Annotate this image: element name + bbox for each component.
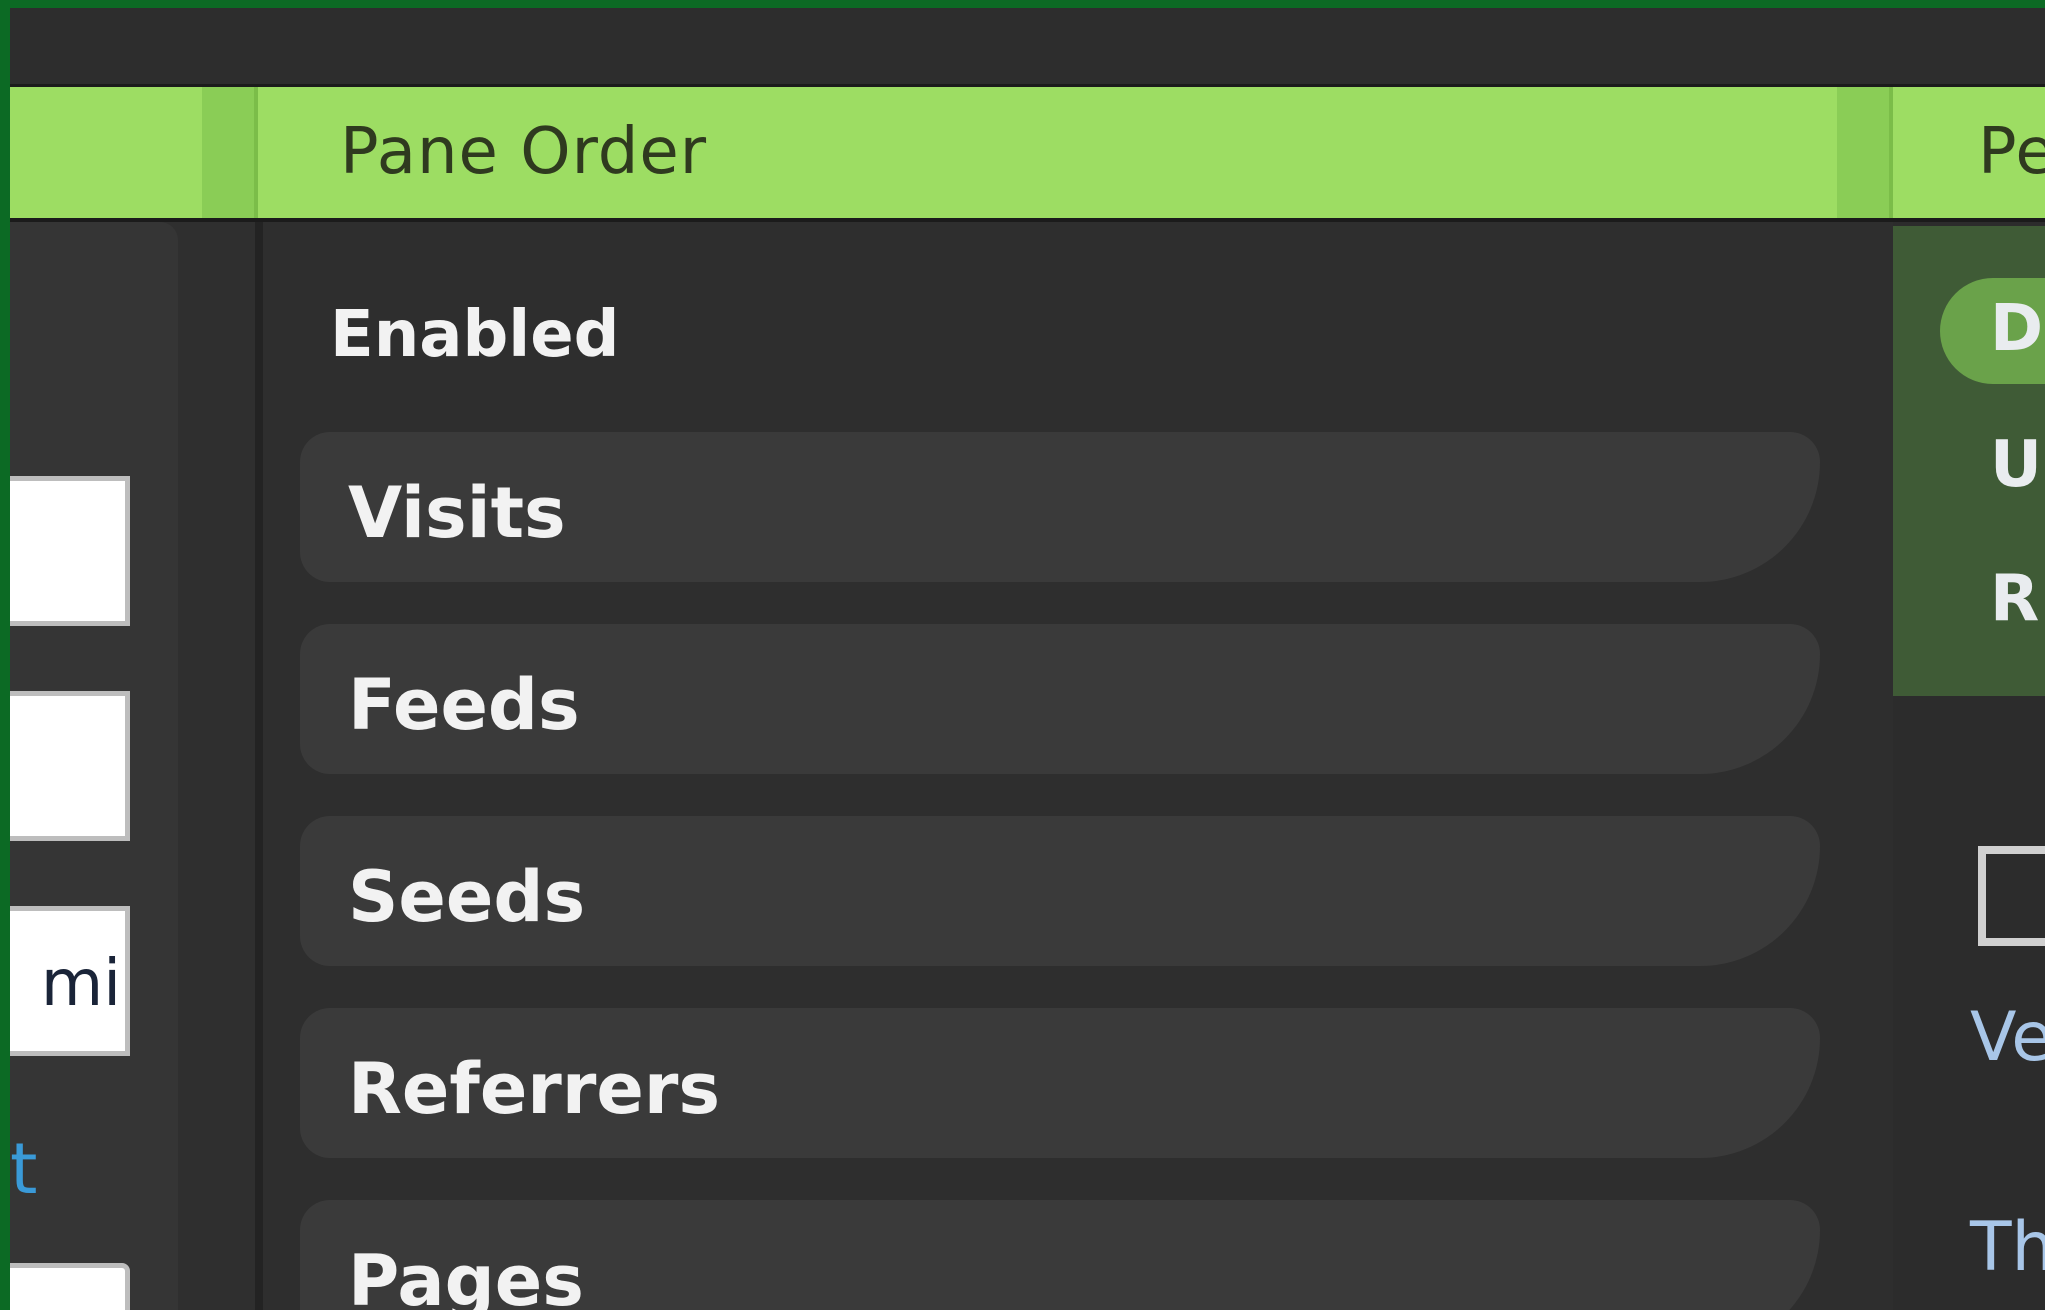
app-window: Pane Order Pe mi t Enabled Visits Feeds … [10, 8, 2045, 1310]
pane-row-label: Referrers [348, 1048, 721, 1130]
text-field-value: mi [40, 947, 121, 1021]
text-field[interactable] [10, 476, 130, 626]
pane-row-referrers[interactable]: Referrers [300, 1008, 1820, 1158]
next-column-header: Pe [1978, 115, 2045, 189]
pane-row-seeds[interactable]: Seeds [300, 816, 1820, 966]
right-label-v: Ve [1970, 998, 2045, 1077]
column-header-separator [1837, 87, 1893, 218]
pane-order-header: Pane Order [340, 115, 708, 189]
right-checkbox[interactable] [1978, 846, 2045, 946]
title-bar [10, 8, 2045, 84]
right-option-label[interactable]: D [1990, 292, 2043, 366]
pane-row-feeds[interactable]: Feeds [300, 624, 1820, 774]
right-option-label[interactable]: U [1990, 428, 2042, 502]
pane-row-visits[interactable]: Visits [300, 432, 1820, 582]
column-header-bar: Pane Order Pe [10, 84, 2045, 222]
pane-row-label: Seeds [348, 856, 586, 938]
column-divider [255, 222, 263, 1310]
text-field[interactable] [10, 691, 130, 841]
right-option-label[interactable]: R [1990, 562, 2039, 636]
pane-row-label: Pages [348, 1240, 584, 1310]
dropdown-field[interactable] [10, 1263, 130, 1310]
pane-row-pages[interactable]: Pages [300, 1200, 1820, 1310]
left-link[interactable]: t [10, 1128, 37, 1210]
right-label-t: Th [1970, 1208, 2045, 1287]
enabled-section-label: Enabled [330, 298, 620, 372]
text-field[interactable]: mi [10, 906, 130, 1056]
pane-row-label: Visits [348, 472, 566, 554]
column-header-separator [202, 87, 258, 218]
pane-row-label: Feeds [348, 664, 580, 746]
